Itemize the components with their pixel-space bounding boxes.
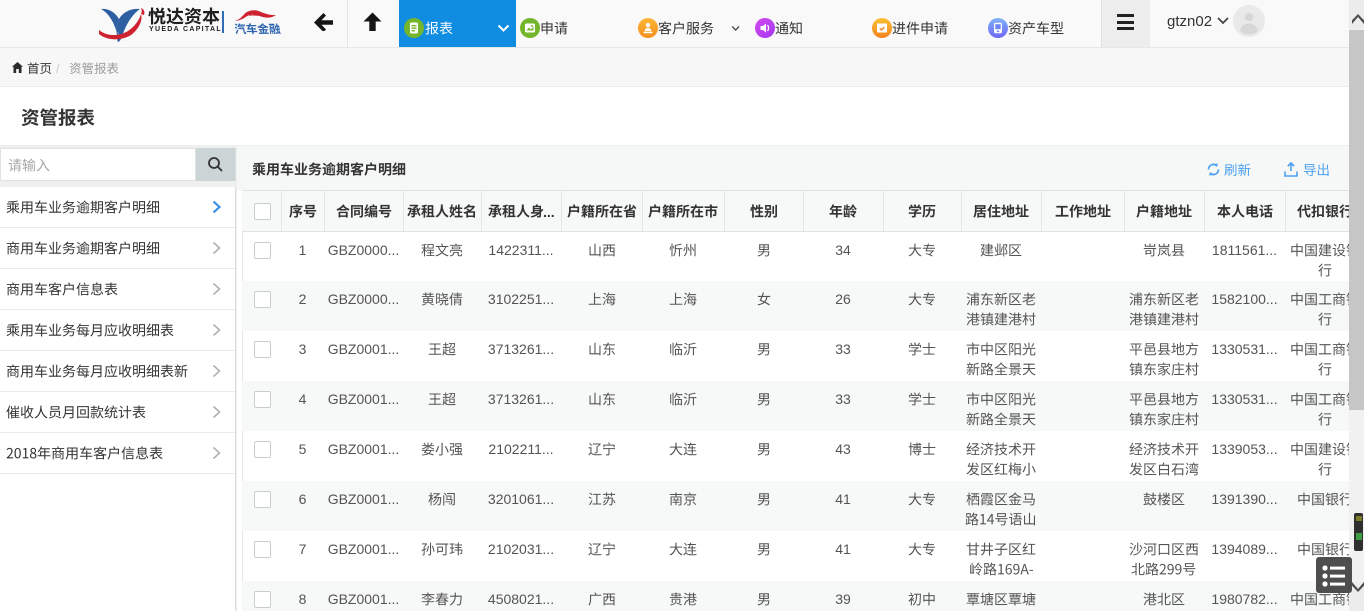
svg-text:auto: auto <box>249 12 258 17</box>
